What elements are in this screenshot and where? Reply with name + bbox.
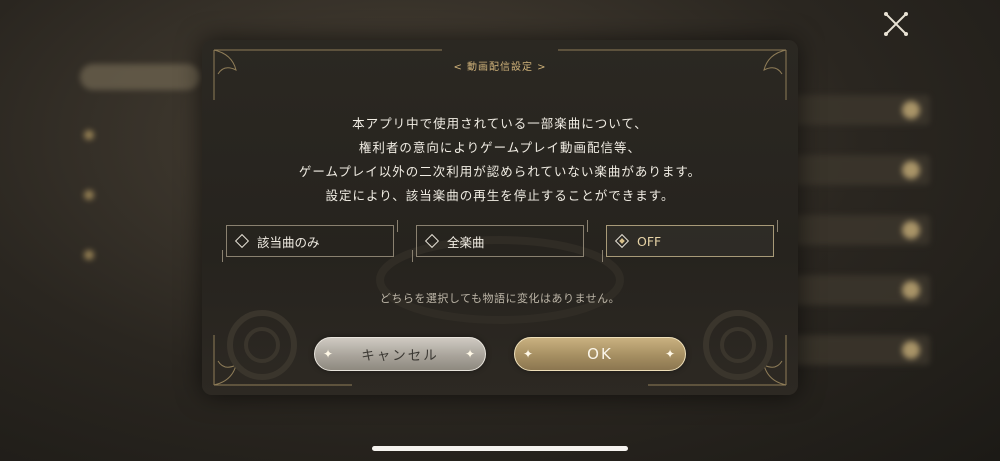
background-knob (902, 101, 920, 119)
background-menu-left (60, 50, 220, 310)
option-off[interactable]: OFF (602, 220, 778, 262)
home-indicator[interactable] (372, 446, 628, 451)
background-knob (902, 221, 920, 239)
close-button[interactable] (880, 8, 912, 40)
description-line: 設定により、該当楽曲の再生を停止することができます。 (325, 188, 675, 203)
dialog-description: 本アプリ中で使用されている一部楽曲について、 権利者の意向によりゲームプレイ動画… (262, 112, 738, 208)
option-all-songs[interactable]: 全楽曲 (412, 220, 588, 262)
background-knob (902, 281, 920, 299)
option-label: OFF (637, 233, 662, 249)
frame-tick (222, 250, 223, 262)
background-pill (80, 64, 200, 90)
option-label: 該当曲のみ (257, 234, 320, 250)
ornamental-frame (213, 49, 787, 386)
frame-tick (397, 220, 398, 232)
background-knob (902, 161, 920, 179)
description-line: 本アプリ中で使用されている一部楽曲について、 (352, 116, 648, 131)
diamond-selected-icon (614, 233, 630, 249)
description-line: 権利者の意向によりゲームプレイ動画配信等、 (358, 140, 642, 155)
diamond-icon (234, 233, 250, 249)
sparkle-icon: ✦ (664, 347, 678, 361)
background-dot (84, 130, 94, 140)
frame-tick (777, 220, 778, 232)
ok-button-label: OK (587, 345, 613, 363)
background-dot (84, 190, 94, 200)
frame-tick (412, 250, 413, 262)
frame-tick (587, 220, 588, 232)
ok-button[interactable]: ✦ OK ✦ (514, 337, 686, 371)
sparkle-icon: ✦ (522, 347, 536, 361)
background-knob (902, 341, 920, 359)
frame-tick (602, 250, 603, 262)
cancel-button[interactable]: ✦ キャンセル ✦ (314, 337, 486, 371)
description-line: ゲームプレイ以外の二次利用が認められていない楽曲があります。 (298, 164, 702, 179)
sparkle-icon: ✦ (464, 347, 478, 361)
option-matching-songs-only[interactable]: 該当曲のみ (222, 220, 398, 262)
background-dot (84, 250, 94, 260)
dialog-note: どちらを選択しても物語に変化はありません。 (379, 292, 621, 305)
diamond-icon (424, 233, 440, 249)
sparkle-icon: ✦ (322, 347, 336, 361)
cancel-button-label: キャンセル (361, 348, 439, 364)
dialog-title: < 動画配信設定 > (453, 62, 547, 73)
close-x-icon (884, 12, 908, 36)
option-label: 全楽曲 (447, 234, 485, 250)
video-streaming-settings-dialog: < 動画配信設定 > 本アプリ中で使用されている一部楽曲について、 権利者の意向… (202, 40, 798, 395)
